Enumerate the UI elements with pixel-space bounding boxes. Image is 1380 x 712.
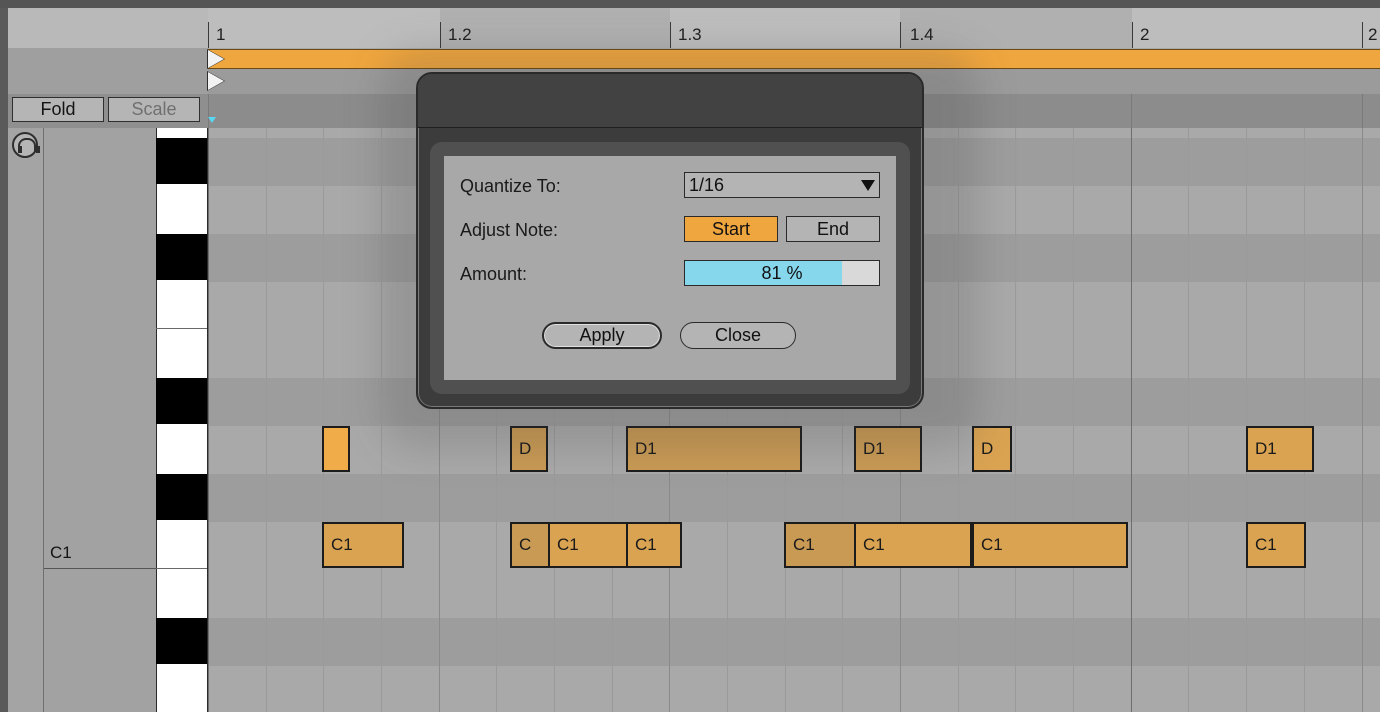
ruler-label: 2 bbox=[1140, 25, 1150, 44]
ruler-tick bbox=[1362, 22, 1363, 48]
note-label-c1: C1 bbox=[50, 543, 72, 562]
quantize-to-label: Quantize To: bbox=[460, 176, 561, 196]
ruler-tick bbox=[900, 22, 901, 48]
ruler-tick bbox=[670, 22, 671, 48]
grid-line bbox=[1188, 128, 1189, 712]
ruler-tick bbox=[440, 22, 441, 48]
lane-grid-line bbox=[1362, 94, 1363, 128]
piano-roll-editor: 1 1.2 1.3 1.4 2 2 Fold Scale C1 D D1 D1 … bbox=[0, 0, 1380, 712]
top-strip bbox=[0, 0, 1380, 8]
piano-key-black[interactable] bbox=[156, 234, 207, 280]
midi-note[interactable]: C1 bbox=[854, 522, 972, 568]
piano-key-black[interactable] bbox=[156, 378, 207, 424]
grid-line bbox=[208, 128, 209, 712]
grid-line bbox=[323, 128, 324, 712]
grid-row-black-key bbox=[208, 474, 1380, 522]
piano-key-black[interactable] bbox=[156, 138, 207, 184]
grid-line bbox=[1131, 128, 1132, 712]
grid-line bbox=[1304, 128, 1305, 712]
ruler-label: 1.3 bbox=[678, 25, 702, 44]
key-separator bbox=[156, 328, 207, 329]
ruler-tick bbox=[1132, 22, 1133, 48]
note-name-column bbox=[44, 128, 156, 712]
quantize-grid-select[interactable]: 1/16 bbox=[684, 172, 880, 198]
midi-note[interactable]: C1 bbox=[784, 522, 856, 568]
dialog-titlebar[interactable] bbox=[418, 74, 922, 128]
apply-button[interactable]: Apply bbox=[542, 322, 662, 349]
grid-line bbox=[1246, 128, 1247, 712]
ruler-label: 1.2 bbox=[448, 25, 472, 44]
grid-line bbox=[1362, 128, 1363, 712]
close-button[interactable]: Close bbox=[680, 322, 796, 349]
amount-slider[interactable]: 81 % bbox=[684, 260, 880, 286]
ruler-label: 1.4 bbox=[910, 25, 934, 44]
timeline-ruler[interactable] bbox=[208, 8, 1380, 48]
midi-note[interactable]: D1 bbox=[1246, 426, 1314, 472]
key-separator bbox=[156, 568, 207, 569]
left-edge bbox=[0, 8, 8, 712]
lane-grid-line bbox=[1131, 94, 1132, 128]
piano-key-black[interactable] bbox=[156, 474, 207, 520]
ruler-band bbox=[900, 8, 1132, 48]
midi-note[interactable]: C1 bbox=[1246, 522, 1306, 568]
preview-column bbox=[8, 128, 44, 712]
scale-button[interactable]: Scale bbox=[108, 97, 200, 122]
adjust-start-button[interactable]: Start bbox=[684, 216, 778, 242]
midi-note[interactable]: C1 bbox=[548, 522, 628, 568]
playhead-marker-icon bbox=[208, 117, 216, 123]
fold-button[interactable]: Fold bbox=[12, 97, 104, 122]
piano-key-black[interactable] bbox=[156, 618, 207, 664]
adjust-end-button[interactable]: End bbox=[786, 216, 880, 242]
ruler-label: 1 bbox=[216, 25, 226, 44]
adjust-note-label: Adjust Note: bbox=[460, 220, 559, 240]
grid-row-black-key bbox=[208, 618, 1380, 666]
ruler-band bbox=[440, 8, 670, 48]
ruler-label: 2 bbox=[1368, 25, 1378, 44]
ruler-header bbox=[8, 8, 208, 48]
loop-start-flag-icon[interactable] bbox=[208, 50, 224, 68]
amount-label: Amount: bbox=[460, 264, 528, 284]
headphones-icon[interactable] bbox=[12, 132, 40, 158]
dropdown-arrow-icon[interactable] bbox=[861, 180, 875, 191]
ruler-tick bbox=[208, 22, 209, 48]
octave-separator bbox=[44, 568, 156, 569]
midi-note[interactable]: D bbox=[972, 426, 1012, 472]
loop-lane-header bbox=[8, 48, 208, 94]
grid-line bbox=[1015, 128, 1016, 712]
midi-note[interactable]: C1 bbox=[322, 522, 404, 568]
grid-line bbox=[1073, 128, 1074, 712]
midi-note[interactable]: C bbox=[510, 522, 550, 568]
midi-note[interactable] bbox=[322, 426, 350, 472]
start-marker-flag-icon[interactable] bbox=[208, 72, 224, 90]
midi-note[interactable]: C1 bbox=[972, 522, 1128, 568]
grid-line bbox=[266, 128, 267, 712]
midi-note[interactable]: C1 bbox=[626, 522, 682, 568]
amount-value: 81 % bbox=[761, 263, 803, 283]
